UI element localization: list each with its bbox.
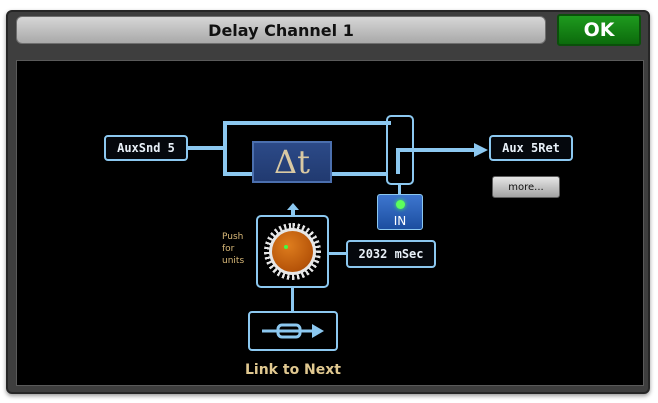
push-for-units-hint: Push for units	[222, 232, 245, 266]
switch-output-wire	[396, 143, 488, 174]
input-source[interactable]: AuxSnd 5	[104, 135, 188, 161]
wire-knob-to-value	[329, 252, 347, 255]
more-button[interactable]: more...	[492, 176, 560, 198]
dialog-title: Delay Channel 1	[16, 16, 546, 44]
wire-from-delay	[332, 172, 386, 176]
wire-top-bypass	[223, 121, 391, 125]
ok-button[interactable]: OK	[557, 14, 641, 46]
wire-knob-to-link	[291, 288, 294, 311]
delay-time-knob[interactable]	[272, 231, 313, 272]
link-to-next-button[interactable]	[248, 311, 338, 351]
up-arrow-icon	[287, 203, 299, 215]
wire-switch-to-in	[398, 185, 401, 194]
link-to-next-label: Link to Next	[245, 362, 341, 378]
wire-split-vertical	[223, 121, 227, 176]
in-switch-label: IN	[393, 214, 407, 228]
delay-knob-scale	[264, 223, 321, 280]
delay-icon[interactable]: Δt	[252, 141, 332, 183]
output-destination[interactable]: Aux 5Ret	[489, 135, 573, 161]
delay-knob-frame	[256, 215, 329, 288]
right-arrow-icon	[474, 143, 488, 157]
wire-to-delay	[223, 172, 252, 176]
delay-time-value[interactable]: 2032 mSec	[346, 240, 436, 268]
link-icon	[262, 323, 324, 339]
wire-input-to-split	[187, 146, 223, 150]
in-switch-button[interactable]: IN	[377, 194, 423, 230]
knob-position-indicator	[284, 245, 288, 249]
in-led-indicator	[396, 200, 405, 209]
